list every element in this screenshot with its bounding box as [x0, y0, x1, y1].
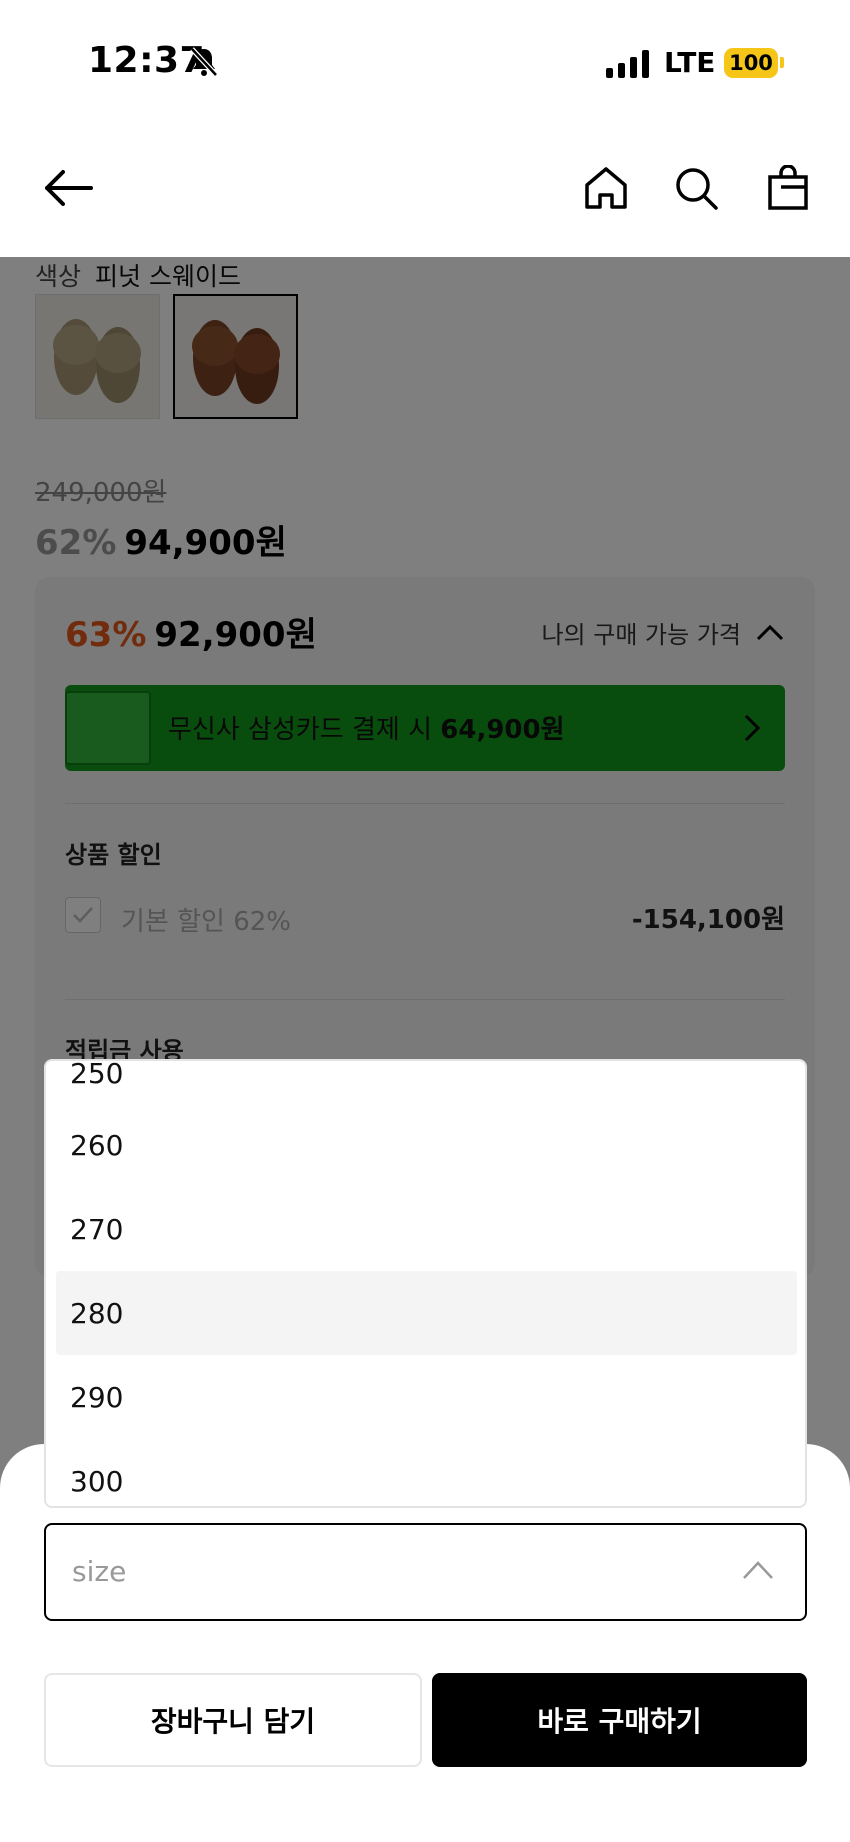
size-option[interactable]: 260 — [56, 1103, 797, 1187]
battery-icon: 100 — [724, 48, 778, 78]
status-time: 12:37 — [88, 40, 206, 81]
shopping-bag-icon[interactable] — [760, 160, 816, 216]
battery-nub — [780, 57, 784, 68]
status-bar: 12:37 LTE 100 — [0, 0, 850, 120]
buy-now-button[interactable]: 바로 구매하기 — [432, 1673, 807, 1767]
size-option-highlighted[interactable]: 280 — [56, 1271, 797, 1355]
size-option[interactable]: 290 — [56, 1355, 797, 1439]
bell-muted-icon — [190, 47, 218, 77]
search-icon[interactable] — [668, 160, 724, 216]
size-dropdown-list[interactable]: 250 260 270 280 290 300 — [44, 1059, 807, 1508]
chevron-up-icon — [743, 1561, 773, 1579]
top-nav — [0, 120, 850, 257]
signal-icon — [606, 50, 649, 78]
size-option[interactable]: 270 — [56, 1187, 797, 1271]
size-select-placeholder: size — [72, 1555, 127, 1588]
back-arrow-icon[interactable] — [40, 160, 96, 216]
size-option[interactable]: 300 — [56, 1439, 797, 1506]
network-label: LTE — [664, 46, 716, 79]
size-select[interactable]: size — [44, 1523, 807, 1621]
add-to-cart-button[interactable]: 장바구니 담기 — [44, 1673, 422, 1767]
home-icon[interactable] — [578, 160, 634, 216]
